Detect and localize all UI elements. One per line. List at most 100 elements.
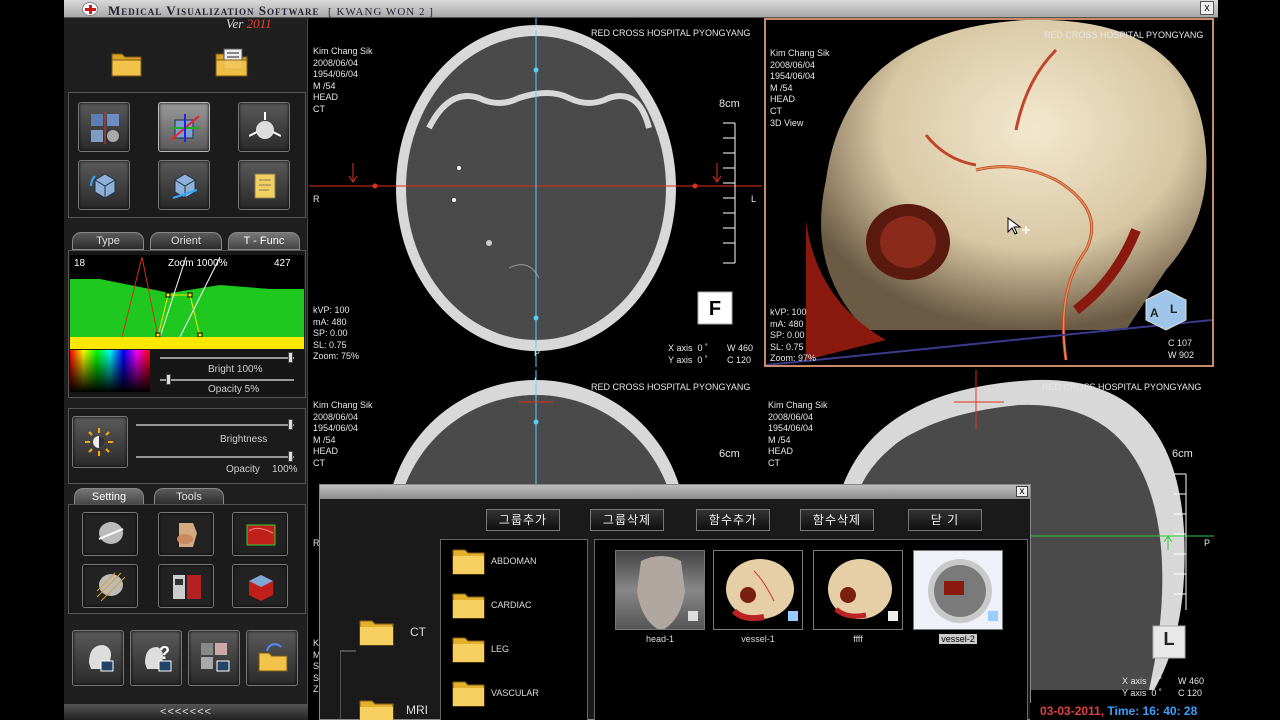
thumbnail-caption: head-1 <box>645 634 675 644</box>
group-item-vascular[interactable]: VASCULAR <box>451 674 581 710</box>
cube-slice-button[interactable] <box>158 160 210 210</box>
tf-max-value: 427 <box>274 258 291 269</box>
orientation-cube-label-l: L <box>1170 302 1178 316</box>
export-folder-button[interactable] <box>246 630 298 686</box>
dialog-title-bar: x <box>320 485 1030 499</box>
folder-icon <box>359 620 394 646</box>
folder-export-icon <box>258 643 288 672</box>
collapse-panel-button[interactable]: <<<<<<< <box>64 704 308 720</box>
viewport-axial-top[interactable]: Kim Chang Sik 2008/06/04 1954/06/04 M /5… <box>309 18 762 367</box>
brightness-opacity-slider[interactable] <box>136 451 294 462</box>
notes-button[interactable] <box>238 160 290 210</box>
folder-icon <box>452 681 485 707</box>
thumbnail-caption: vessel-1 <box>741 634 775 644</box>
delete-group-button[interactable]: 그룹삭제 <box>590 509 664 531</box>
brightness-slider[interactable] <box>136 419 294 430</box>
hospital-label: RED CROSS HOSPITAL PYONGYANG <box>591 28 751 38</box>
patient-info: Kim Chang Sik 2008/06/04 1954/06/04 M /5… <box>770 48 830 128</box>
window-level-info: W 460 C 120 <box>727 343 754 365</box>
open-folder-icon[interactable] <box>110 48 144 78</box>
preset-library-dialog: x 그룹추가 그룹삭제 함수추가 함수삭제 닫 기 CT MRI ABDOMAN… <box>319 484 1031 720</box>
tab-type[interactable]: Type <box>72 232 144 250</box>
notepad-icon <box>254 173 276 199</box>
head-question-icon: ? <box>145 643 172 672</box>
slice-stack-icon <box>173 575 201 599</box>
brightness-opacity-slider-knob[interactable] <box>288 451 293 462</box>
vessel-box-button[interactable] <box>232 512 288 556</box>
close-button[interactable]: 닫 기 <box>908 509 982 531</box>
vessel-box-icon <box>246 524 276 546</box>
opacity-slider-knob[interactable] <box>166 374 172 385</box>
cube-rotate-icon <box>89 173 116 199</box>
add-function-button[interactable]: 함수추가 <box>696 509 770 531</box>
scale-label: 8cm <box>719 98 740 110</box>
slice-stack-button[interactable] <box>158 564 214 608</box>
multi-save-button[interactable] <box>188 630 240 686</box>
save-head-button[interactable] <box>72 630 124 686</box>
group-item-abdoman[interactable]: ABDOMAN <box>451 542 581 578</box>
tab-orient[interactable]: Orient <box>150 232 222 250</box>
add-group-button[interactable]: 그룹추가 <box>486 509 560 531</box>
opacity-slider[interactable] <box>160 374 294 385</box>
axis-rotation-info: X axis 0 ˚ Y axis 0 ˚ <box>668 343 709 365</box>
bright-slider-knob[interactable] <box>288 352 293 363</box>
thumbnail-head-1[interactable] <box>615 550 705 630</box>
thumbnail-vessel-1[interactable] <box>713 550 803 630</box>
rotate-3d-button[interactable] <box>238 102 290 152</box>
orientation-cube-label: F <box>708 298 722 320</box>
orientation-cube-label: L <box>1163 629 1175 649</box>
orientation-cube-label-a: A <box>1150 306 1159 320</box>
group-item-leg[interactable]: LEG <box>451 630 581 666</box>
delete-function-button[interactable]: 함수삭제 <box>800 509 874 531</box>
thumbnail-vessel-2[interactable] <box>913 550 1003 630</box>
brightness-button[interactable] <box>72 416 128 468</box>
patient-info: Kim Chang Sik 2008/06/04 1954/06/04 M /5… <box>313 400 373 468</box>
tree-root-mri-label: MRI <box>406 703 428 717</box>
bright-slider[interactable] <box>160 352 294 363</box>
status-time: 16: 40: 28 <box>1142 704 1198 718</box>
skull-slice-button[interactable] <box>82 512 138 556</box>
acquisition-info: kVP: 100 mA: 480 SP: 0.00 SL: 0.75 Zoom:… <box>770 307 817 364</box>
skull-vessel-thumbnail <box>726 559 798 622</box>
tree-root-ct[interactable]: CT <box>358 617 426 652</box>
help-head-button[interactable]: ? <box>130 630 182 686</box>
red-cross-logo-icon <box>82 2 98 16</box>
tab-t-func[interactable]: T - Func <box>228 232 300 250</box>
thumbnail-ffff[interactable] <box>813 550 903 630</box>
head-render-thumbnail <box>637 556 698 629</box>
axis-cube-icon <box>170 114 200 142</box>
brightness-label: Brightness <box>220 434 268 445</box>
group-item-label: ABDOMAN <box>491 556 537 566</box>
save-folder-icon[interactable] <box>214 46 250 78</box>
group-item-cardiac[interactable]: CARDIAC <box>451 586 581 622</box>
axial-ct-image <box>309 18 762 367</box>
volume-cube-button[interactable] <box>232 564 288 608</box>
opacity-label: Opacity 5% <box>208 384 260 395</box>
brightness-slider-knob[interactable] <box>288 419 293 430</box>
status-bar: 03-03-2011, Time: 16: 40: 28 <box>1030 703 1214 720</box>
head-save-icon <box>89 645 114 672</box>
multi-view-button[interactable] <box>78 102 130 152</box>
patient-info: Kim Chang Sik 2008/06/04 1954/06/04 M /5… <box>768 400 828 468</box>
folder-icon <box>452 593 485 619</box>
preset-thumbnail-panel: head-1 vessel-1 ffff vessel-2 <box>594 539 1028 720</box>
tree-root-mri[interactable]: MRI <box>358 697 428 720</box>
cube-rotate-button[interactable] <box>78 160 130 210</box>
orientation-left: R <box>313 194 320 204</box>
window-close-button[interactable]: x <box>1200 1 1214 15</box>
dialog-close-button[interactable]: x <box>1016 486 1028 497</box>
group-item-label: CARDIAC <box>491 600 532 610</box>
grid-save-icon <box>201 643 230 672</box>
head-surface-button[interactable] <box>158 512 214 556</box>
color-palette-swatch[interactable] <box>70 350 150 392</box>
skull-slice-icon <box>98 522 124 544</box>
svg-text:?: ? <box>159 643 170 663</box>
hospital-label: RED CROSS HOSPITAL PYONGYANG <box>591 382 751 392</box>
axis-view-button[interactable] <box>158 102 210 152</box>
viewport-3d-volume[interactable]: Kim Chang Sik 2008/06/04 1954/06/04 M /5… <box>764 18 1214 367</box>
skull-grid-button[interactable] <box>82 564 138 608</box>
sphere-rotate-icon <box>249 112 281 139</box>
multi-view-icon <box>91 112 119 144</box>
window-name: [ KWANG WON 2 ] <box>328 6 434 18</box>
acquisition-info: kVP: 100 mA: 480 SP: 0.00 SL: 0.75 Zoom:… <box>313 305 360 362</box>
